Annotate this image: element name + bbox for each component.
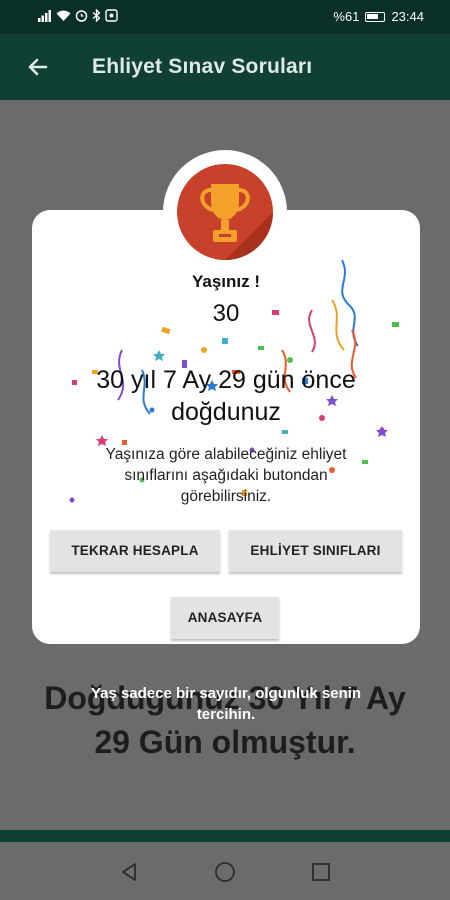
app-bar: Ehliyet Sınav Soruları [0,34,450,100]
bluetooth-icon [92,9,101,22]
home-button[interactable]: ANASAYFA [171,597,279,639]
born-ago-text: 30 yıl 7 Ay 29 gün önce doğdunuz [56,364,396,428]
screenshot-icon [105,9,118,22]
signal-icon [38,9,51,22]
license-info-text: Yaşınıza göre alabileceğiniz ehliyet sın… [60,444,392,507]
born-ago-line2: doğdunuz [171,398,281,426]
battery-percent: %61 [333,9,360,24]
age-value: 30 [212,300,240,327]
wifi-icon [56,10,71,21]
born-ago-line1: 30 yıl 7 Ay 29 gün önce [96,366,356,394]
back-triangle-icon[interactable] [117,860,141,884]
bottom-strip [0,830,450,842]
status-bar: %61 23:44 [0,0,450,34]
background-result-line2: 29 Gün olmuştur. [94,724,356,760]
toast-message: Yaş sadece bir sayıdır, olgunluk senin t… [48,683,404,725]
recents-square-icon[interactable] [309,860,333,884]
info-line3: görebilirsiniz. [180,488,272,505]
toast-line2: tercihin. [196,706,256,723]
info-line1: Yaşınıza göre alabileceğiniz ehliyet [105,446,347,463]
toast-line1: Yaş sadece bir sayıdır, olgunluk senin [90,685,362,702]
status-time: 23:44 [391,9,424,24]
info-line2: sınıflarını aşağıdaki butondan [124,467,328,484]
battery-icon [365,11,386,22]
home-circle-icon[interactable] [213,860,237,884]
license-classes-button[interactable]: EHLİYET SINIFLARI [229,530,402,572]
arrow-left-icon[interactable] [22,52,52,82]
system-nav-bar [0,842,450,900]
age-label: Yaşınız ! [191,272,261,291]
recalculate-button[interactable]: TEKRAR HESAPLA [50,530,220,572]
status-right: %61 23:44 [333,9,424,24]
app-title: Ehliyet Sınav Soruları [92,55,313,78]
trophy-icon [177,164,273,260]
alarm-icon [75,10,88,22]
status-icons [38,9,118,22]
